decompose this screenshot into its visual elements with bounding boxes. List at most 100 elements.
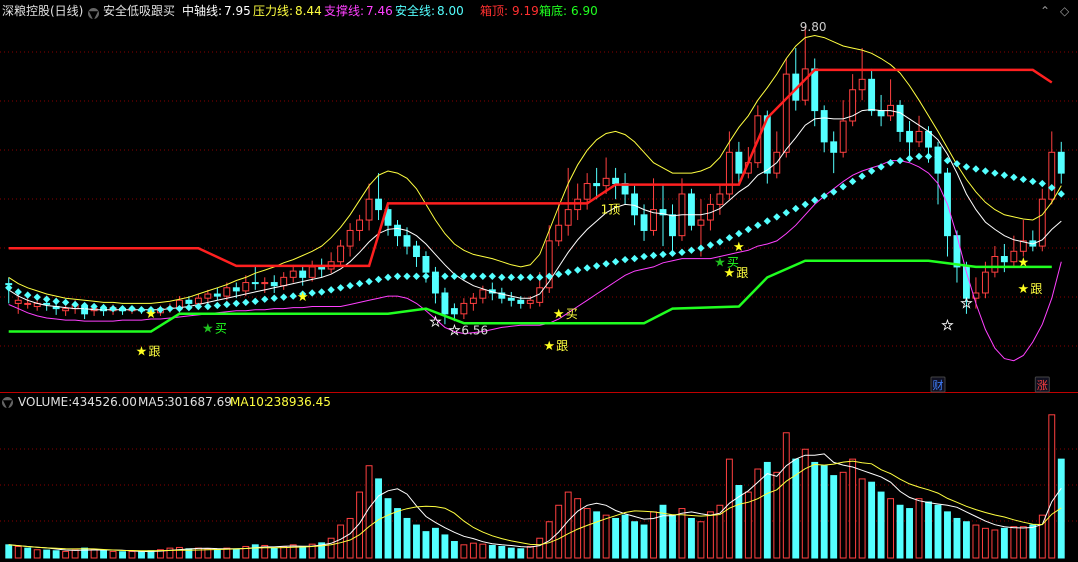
box-top-value: 9.19 <box>512 4 539 18</box>
diamond-icon[interactable]: ◇ <box>1060 4 1069 18</box>
volume-bar <box>536 537 544 559</box>
volume-bar <box>782 432 790 559</box>
volume-bar <box>166 547 174 559</box>
price-annotation: 9.80 <box>800 20 827 34</box>
volume-bar <box>669 514 676 559</box>
safe-line-dot <box>450 272 459 280</box>
safe-line-dot <box>924 152 933 161</box>
candle-body <box>62 308 70 312</box>
candle-body <box>906 130 913 143</box>
safe-line-dot <box>668 249 677 258</box>
safe-line-dot <box>242 298 250 307</box>
safe-line-dot <box>697 244 705 252</box>
volume-bar <box>896 504 904 559</box>
stock-title[interactable]: 深粮控股(日线) <box>2 4 83 18</box>
volume-bar <box>327 537 335 559</box>
volume-bar <box>706 511 714 559</box>
signal-star-icon: ★ <box>1018 282 1030 297</box>
safe-line-dot <box>763 217 771 225</box>
candle-body <box>232 287 240 292</box>
candle-body <box>479 289 487 299</box>
candle-body <box>223 287 231 297</box>
indicator-lines <box>5 34 1065 362</box>
safe-line-dot <box>469 272 478 280</box>
event-badge-label: 财 <box>932 378 943 392</box>
candle-body <box>716 193 724 205</box>
safe-line-dot <box>564 268 572 276</box>
volume-bar <box>906 508 913 559</box>
ma10-label: MA10: <box>230 395 268 409</box>
signal-star-icon: ★ <box>430 315 442 330</box>
volume-bar <box>109 550 117 559</box>
volume-bar <box>1048 414 1056 559</box>
volume-bar <box>52 550 60 559</box>
volume-bar <box>413 524 420 559</box>
indicator-name[interactable]: 安全低吸跟买 <box>103 4 175 18</box>
candle-body <box>185 299 193 304</box>
volume-bar <box>820 465 828 559</box>
candle-body <box>1038 198 1046 247</box>
volume-bar <box>232 548 240 559</box>
volume-bar <box>640 524 648 559</box>
safe-line-dot <box>336 284 345 292</box>
volume-bar <box>1010 526 1018 559</box>
safe-line-dot <box>479 272 487 280</box>
volume-bar <box>583 508 591 559</box>
volume-header: ▼ VOLUME: 434526.00 MA5: 301687.69 MA10:… <box>2 395 331 411</box>
volume-bar <box>830 475 838 559</box>
candle-body <box>318 266 326 270</box>
safe-line-dot <box>166 304 174 313</box>
safe-line-dot <box>1038 179 1046 188</box>
signal-star-icon: ★ <box>1018 256 1030 271</box>
up-icon[interactable]: ⌃ <box>1040 4 1050 18</box>
safe-line-dot <box>754 221 762 229</box>
safe-line-dot <box>1000 171 1009 179</box>
volume-bar <box>441 534 449 559</box>
safe-line-dot <box>1029 177 1037 186</box>
volume-bar <box>498 545 506 559</box>
candle-body <box>441 292 449 315</box>
mid-line-label: 中轴线: <box>182 4 223 18</box>
candle-body <box>1048 151 1056 200</box>
volume-bar <box>849 458 857 559</box>
safe-line-dot <box>213 301 222 310</box>
box-bottom-value: 6.90 <box>571 4 598 18</box>
safe-line-dot <box>905 154 914 163</box>
volume-bar <box>688 517 695 559</box>
ma10-value: 238936.45 <box>266 395 331 409</box>
volume-bar <box>24 547 32 559</box>
safe-line-dot <box>877 163 885 171</box>
grid-lines <box>0 51 1078 522</box>
indicator-header: 深粮控股(日线) ▼ 安全低吸跟买 中轴线: 7.95 压力线: 8.44 支撑… <box>2 4 1070 22</box>
signal-markers: ★ 跟★ 买★★★★ 6.56★ 跟★ 买★ 买★ 跟★★★★ 跟★9.801顶财涨 <box>136 20 1050 393</box>
volume-bar <box>431 527 439 559</box>
safe-line-dot <box>602 260 610 268</box>
volume-bar <box>138 551 145 559</box>
candle-body <box>261 282 269 285</box>
signal-star-icon: ★ <box>297 290 309 305</box>
candle-body <box>422 256 430 273</box>
candle-body <box>270 282 278 287</box>
volume-bar <box>1000 527 1008 559</box>
safe-line-dot <box>573 266 582 274</box>
candle-body <box>782 73 790 153</box>
safe-line-dot <box>536 273 544 282</box>
volume-bar <box>991 529 999 559</box>
volume-bar <box>507 547 515 559</box>
safe-line-dot <box>5 284 13 292</box>
safe-line-dot <box>185 303 193 312</box>
candle-body <box>725 151 733 195</box>
volume-bar <box>1057 458 1065 559</box>
candle-body <box>602 177 610 187</box>
box-top-label: 箱顶: <box>480 4 509 18</box>
support-line-label: 支撑线: <box>324 4 365 18</box>
safe-line-dot <box>725 234 734 242</box>
candle-body <box>213 293 221 297</box>
candle-body <box>697 219 705 226</box>
volume-bar <box>119 551 126 559</box>
candle-body <box>868 78 876 112</box>
volume-bar <box>90 548 98 559</box>
safe-line-dot <box>1019 175 1028 184</box>
candle-body <box>858 78 866 91</box>
safe-line-dot <box>801 200 809 209</box>
